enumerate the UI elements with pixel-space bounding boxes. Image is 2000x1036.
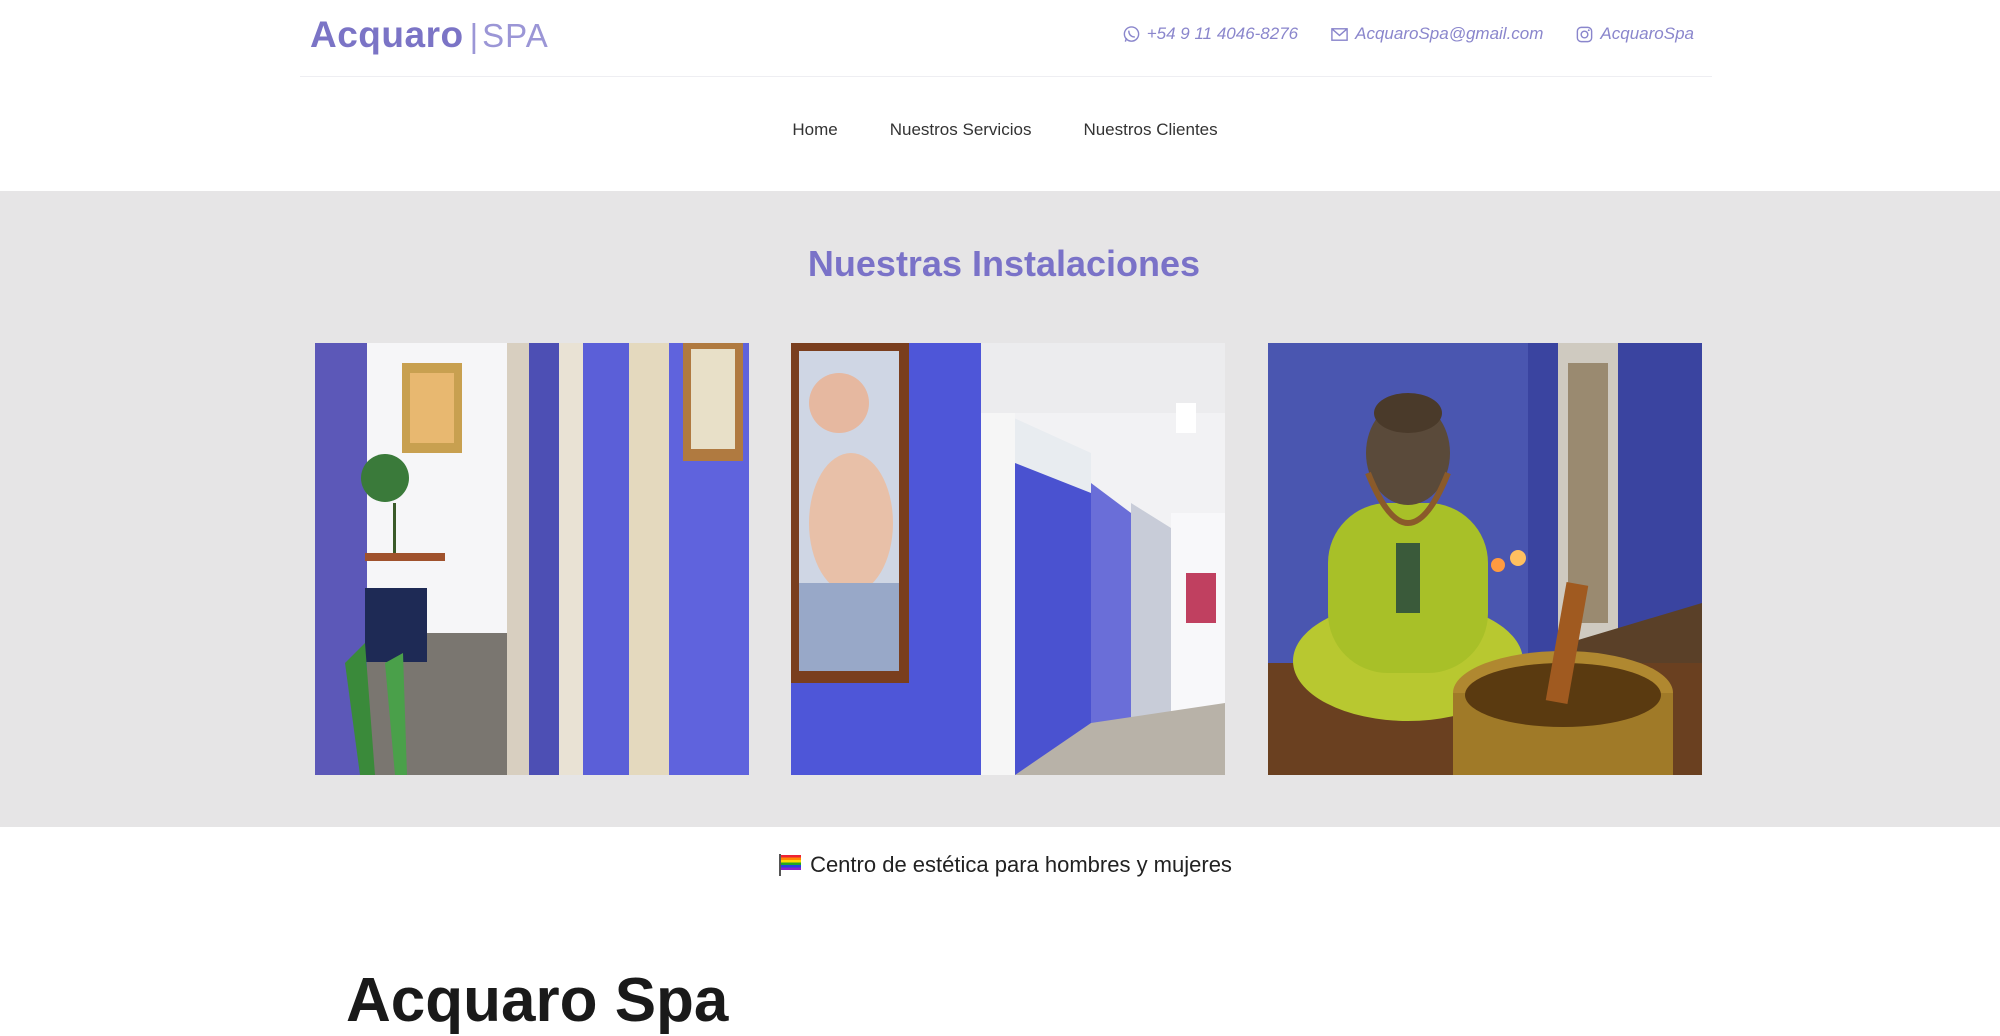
email-contact[interactable]: AcquaroSpa@gmail.com bbox=[1330, 24, 1543, 44]
brand-logo[interactable]: Acquaro | SPA bbox=[310, 14, 549, 58]
logo-separator: | bbox=[469, 17, 479, 54]
page-heading: Acquaro Spa bbox=[346, 966, 729, 1035]
instagram-icon bbox=[1577, 26, 1593, 42]
gallery-photo-buddha[interactable] bbox=[1268, 343, 1702, 775]
whatsapp-contact[interactable]: +54 9 11 4046-8276 bbox=[1122, 24, 1298, 44]
nav-nuestros-clientes[interactable]: Nuestros Clientes bbox=[1083, 120, 1217, 140]
main-navigation: Home Nuestros Servicios Nuestros Cliente… bbox=[0, 120, 2000, 140]
mail-icon bbox=[1331, 27, 1348, 41]
section-title: Nuestras Instalaciones bbox=[807, 243, 1201, 284]
gallery-photo-hallway[interactable] bbox=[315, 343, 749, 775]
tagline-text: Centro de estética para hombres y mujere… bbox=[810, 852, 1232, 877]
gallery-photo-corridor[interactable] bbox=[791, 343, 1225, 775]
tagline: Centro de estética para hombres y mujere… bbox=[0, 852, 2000, 878]
logo-subtitle: SPA bbox=[482, 17, 549, 54]
nav-home[interactable]: Home bbox=[792, 120, 837, 140]
top-header: Acquaro | SPA +54 9 11 4046-8276 Acquaro… bbox=[300, 0, 1712, 77]
instagram-contact[interactable]: AcquaroSpa bbox=[1575, 24, 1694, 44]
rainbow-flag-icon bbox=[778, 854, 802, 876]
contact-info: +54 9 11 4046-8276 AcquaroSpa@gmail.com … bbox=[1122, 24, 1694, 44]
phone-number: +54 9 11 4046-8276 bbox=[1146, 24, 1299, 43]
email-address: AcquaroSpa@gmail.com bbox=[1355, 24, 1544, 43]
whatsapp-icon bbox=[1123, 25, 1140, 42]
logo-wordmark: Acquaro bbox=[310, 14, 464, 55]
instagram-handle: AcquaroSpa bbox=[1600, 24, 1694, 43]
nav-nuestros-servicios[interactable]: Nuestros Servicios bbox=[890, 120, 1032, 140]
facilities-gallery: Nuestras Instalaciones bbox=[0, 191, 2000, 827]
